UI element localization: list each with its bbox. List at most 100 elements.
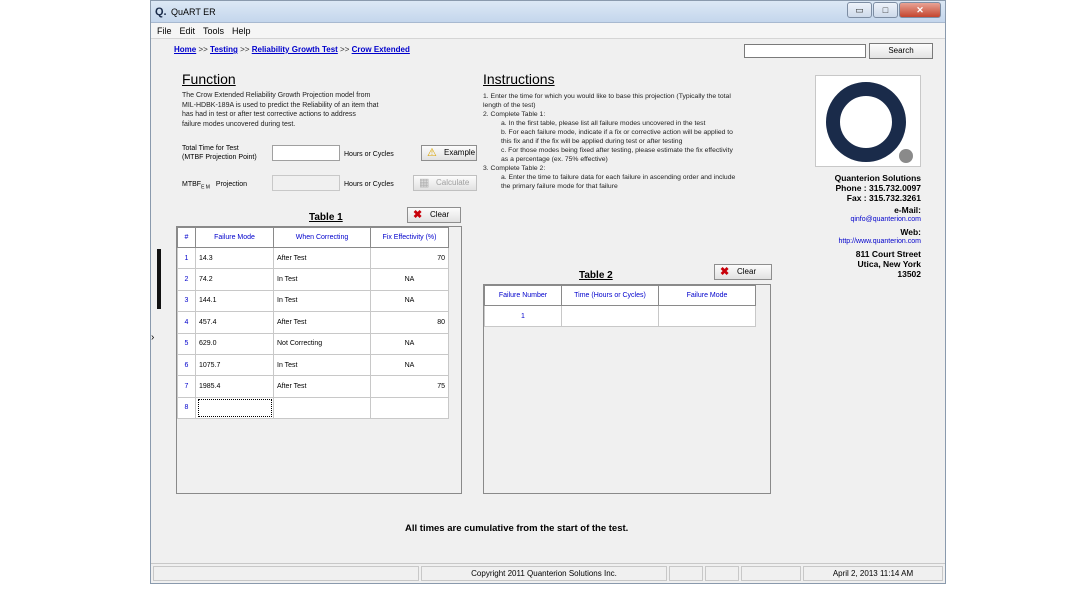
table-row: 5 629.0 Not Correcting NA bbox=[177, 332, 449, 355]
failure-mode-cell[interactable]: 629.0 bbox=[195, 332, 274, 355]
mtbf-subscript: E M bbox=[201, 184, 210, 191]
fix-effectivity-cell[interactable]: NA bbox=[370, 353, 449, 377]
clear-button-label: Clear bbox=[430, 210, 450, 219]
menu-bar: File Edit Tools Help bbox=[151, 23, 945, 39]
row-index[interactable]: 1 bbox=[177, 246, 196, 270]
status-cell-empty bbox=[705, 566, 739, 581]
when-correcting-cell[interactable]: Not Correcting bbox=[273, 332, 371, 355]
row-index[interactable]: 6 bbox=[177, 353, 196, 377]
menu-edit[interactable]: Edit bbox=[180, 23, 196, 38]
fix-effectivity-cell[interactable]: 70 bbox=[370, 246, 449, 270]
when-correcting-cell[interactable]: After Test bbox=[273, 311, 371, 334]
fix-effectivity-cell[interactable] bbox=[370, 396, 449, 420]
instruction-line: 2. Complete Table 1: bbox=[483, 111, 546, 118]
when-correcting-cell[interactable]: After Test bbox=[273, 375, 371, 398]
row-index[interactable]: 7 bbox=[177, 375, 196, 398]
table2-grid: Failure Number Time (Hours or Cycles) Fa… bbox=[483, 284, 771, 494]
instruction-line: this fix and if the fix will be applied … bbox=[501, 138, 683, 145]
table-row: 1 bbox=[484, 304, 756, 328]
row-index[interactable]: 3 bbox=[177, 289, 196, 313]
clear-x-icon: ✖ bbox=[720, 266, 730, 278]
when-correcting-cell[interactable] bbox=[273, 396, 371, 420]
table-row: 3 144.1 In Test NA bbox=[177, 289, 449, 313]
table1-header: When Correcting bbox=[273, 227, 371, 248]
failure-number-cell[interactable]: 1 bbox=[484, 304, 562, 328]
table2-clear-button[interactable]: ✖ Clear bbox=[714, 264, 772, 280]
app-logo-icon: Q. bbox=[155, 6, 167, 18]
title-bar[interactable]: Q. QuART ER ▭ □ ✕ bbox=[151, 1, 945, 23]
time-cell[interactable] bbox=[561, 304, 659, 328]
search-input[interactable] bbox=[744, 44, 866, 58]
status-cell-empty bbox=[741, 566, 801, 581]
failure-mode-cell[interactable]: 14.3 bbox=[195, 246, 274, 270]
row-index[interactable]: 8 bbox=[177, 396, 196, 420]
row-index[interactable]: 2 bbox=[177, 268, 196, 291]
instruction-line: b. For each failure mode, indicate if a … bbox=[501, 129, 733, 136]
total-time-label: Total Time for Test (MTBF Projection Poi… bbox=[182, 145, 257, 162]
failure-mode-cell[interactable]: 457.4 bbox=[195, 311, 274, 334]
quanterion-q-logo-icon bbox=[826, 82, 913, 163]
failure-mode-cell[interactable]: 74.2 bbox=[195, 268, 274, 291]
menu-tools[interactable]: Tools bbox=[203, 23, 224, 38]
breadcrumb-reliability-growth-test[interactable]: Reliability Growth Test bbox=[252, 45, 338, 54]
example-button[interactable]: ⚠ Example bbox=[421, 145, 477, 161]
table1-header: Fix Effectivity (%) bbox=[370, 227, 449, 248]
fix-effectivity-cell[interactable]: 75 bbox=[370, 375, 449, 398]
mtbf-label: MTBFE M Projection bbox=[182, 181, 247, 192]
email-link[interactable]: qinfo@quanterion.com bbox=[815, 215, 921, 225]
maximize-button[interactable]: □ bbox=[873, 2, 898, 18]
table-row: 7 1985.4 After Test 75 bbox=[177, 375, 449, 398]
calculate-button-label: Calculate bbox=[436, 178, 470, 187]
fix-effectivity-cell[interactable]: NA bbox=[370, 268, 449, 291]
breadcrumb-separator: >> bbox=[340, 45, 350, 54]
failure-mode-cell[interactable] bbox=[195, 396, 274, 420]
table2-header: Time (Hours or Cycles) bbox=[561, 285, 659, 306]
failure-mode-cell[interactable] bbox=[658, 304, 756, 328]
main-content: › Home >> Testing >> Reliability Growth … bbox=[151, 39, 937, 563]
menu-file[interactable]: File bbox=[157, 23, 172, 38]
table1-clear-button[interactable]: ✖ Clear bbox=[407, 207, 461, 223]
company-logo bbox=[815, 75, 921, 167]
total-time-input[interactable] bbox=[272, 145, 340, 161]
table-row: 8 bbox=[177, 396, 449, 420]
splitter-handle[interactable] bbox=[157, 249, 161, 309]
close-button[interactable]: ✕ bbox=[899, 2, 941, 18]
breadcrumb-testing[interactable]: Testing bbox=[210, 45, 238, 54]
instruction-line: a. Enter the time to failure data for ea… bbox=[501, 174, 736, 181]
failure-mode-cell[interactable]: 1985.4 bbox=[195, 375, 274, 398]
fix-effectivity-cell[interactable]: 80 bbox=[370, 311, 449, 334]
table1-header: # bbox=[177, 227, 196, 248]
breadcrumb: Home >> Testing >> Reliability Growth Te… bbox=[174, 45, 410, 54]
calculate-button[interactable]: ▦ Calculate bbox=[413, 175, 477, 191]
table2-title: Table 2 bbox=[579, 270, 613, 281]
window-title: QuART ER bbox=[171, 7, 216, 17]
total-time-label-line: (MTBF Projection Point) bbox=[182, 153, 257, 161]
clear-x-icon: ✖ bbox=[413, 209, 423, 221]
menu-help[interactable]: Help bbox=[232, 23, 251, 38]
breadcrumb-crow-extended[interactable]: Crow Extended bbox=[352, 45, 410, 54]
when-correcting-cell[interactable]: In Test bbox=[273, 268, 371, 291]
table-row: 4 457.4 After Test 80 bbox=[177, 311, 449, 334]
fix-effectivity-cell[interactable]: NA bbox=[370, 332, 449, 355]
web-link[interactable]: http://www.quanterion.com bbox=[815, 237, 922, 247]
breadcrumb-home[interactable]: Home bbox=[174, 45, 196, 54]
minimize-button[interactable]: ▭ bbox=[847, 2, 872, 18]
when-correcting-cell[interactable]: After Test bbox=[273, 246, 371, 270]
row-index[interactable]: 4 bbox=[177, 311, 196, 334]
copyright-text: Copyright 2011 Quanterion Solutions Inc. bbox=[421, 566, 667, 581]
row-index[interactable]: 5 bbox=[177, 332, 196, 355]
table-row: 2 74.2 In Test NA bbox=[177, 268, 449, 291]
fix-effectivity-cell[interactable]: NA bbox=[370, 289, 449, 313]
instruction-line: the primary failure mode for that failur… bbox=[501, 183, 618, 190]
search-button[interactable]: Search bbox=[869, 43, 933, 59]
failure-mode-cell[interactable]: 1075.7 bbox=[195, 353, 274, 377]
company-fax: Fax : 315.732.3261 bbox=[846, 193, 921, 203]
expand-arrow-icon[interactable]: › bbox=[151, 332, 154, 343]
failure-mode-cell[interactable]: 144.1 bbox=[195, 289, 274, 313]
status-cell-empty bbox=[153, 566, 419, 581]
when-correcting-cell[interactable]: In Test bbox=[273, 353, 371, 377]
when-correcting-cell[interactable]: In Test bbox=[273, 289, 371, 313]
function-description: The Crow Extended Reliability Growth Pro… bbox=[182, 91, 452, 129]
instruction-line: as a percentage (ex. 75% effective) bbox=[501, 156, 608, 163]
instruction-line: 1. Enter the time for which you would li… bbox=[483, 93, 731, 100]
